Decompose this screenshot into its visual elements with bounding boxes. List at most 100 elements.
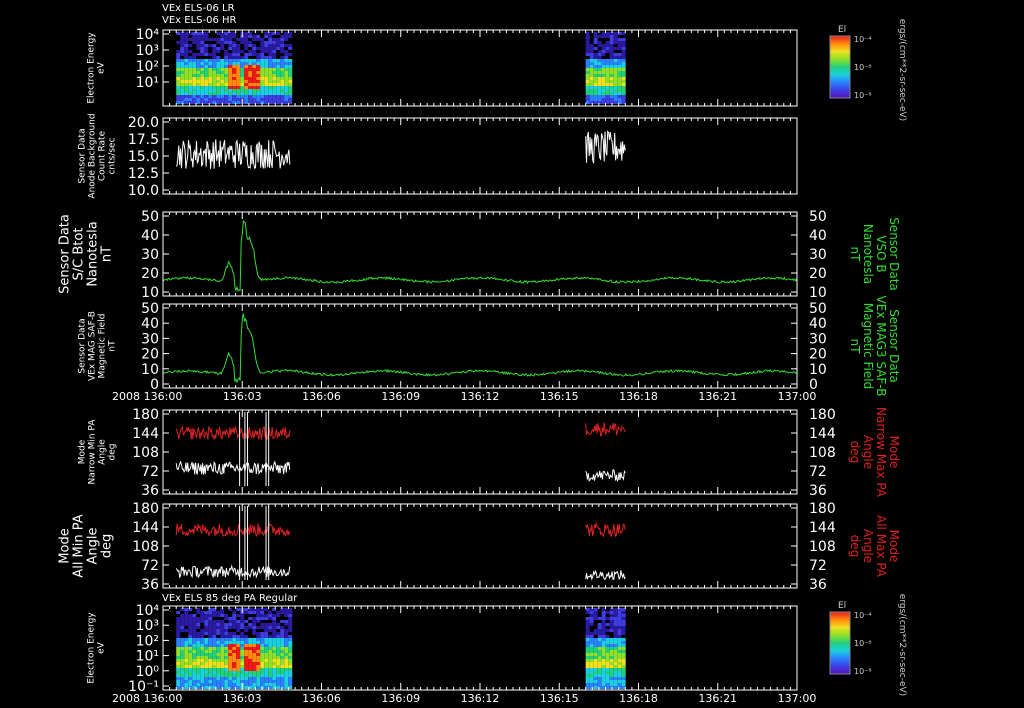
panel-7-cell xyxy=(208,626,213,629)
panel-7-cell xyxy=(216,638,221,641)
panel-7-cell xyxy=(284,611,289,614)
panel-7-cell xyxy=(240,641,245,644)
panel-7-cell xyxy=(605,671,610,674)
panel-1-cell xyxy=(272,44,277,47)
panel-1-cell xyxy=(276,62,281,65)
panel-1-cell xyxy=(264,35,269,38)
panel-7-cell xyxy=(617,680,622,683)
panel-1-cell xyxy=(621,86,626,89)
time-axis-bottom-tick-label: 136:15 xyxy=(540,692,579,705)
panel-1-cell xyxy=(228,74,233,77)
panel-7-cell xyxy=(244,662,249,665)
panel-7-cell xyxy=(264,659,269,662)
panel-1-cell xyxy=(184,65,189,68)
panel-4-right-tick-label: 20 xyxy=(809,347,827,363)
panel-7-cell xyxy=(220,668,225,671)
panel-7-cell xyxy=(272,614,277,617)
panel-1-cell xyxy=(192,74,197,77)
panel-1-cell xyxy=(617,89,622,92)
panel-7-cell xyxy=(613,659,618,662)
panel-1-cell xyxy=(236,71,241,74)
panel-1-cell xyxy=(196,71,201,74)
panel-7-cell xyxy=(585,638,590,641)
panel-1-cell xyxy=(264,74,269,77)
panel-7-cell xyxy=(601,623,606,626)
panel-7-cell xyxy=(224,683,229,686)
panel-1-cell xyxy=(256,65,261,68)
panel-7-cell xyxy=(284,608,289,611)
panel-7-cell xyxy=(228,650,233,653)
panel-7-cell xyxy=(597,632,602,635)
panel-1-cell xyxy=(621,74,626,77)
panel-1-cell xyxy=(605,47,610,50)
panel-7-cell xyxy=(597,644,602,647)
panel-7-cell xyxy=(621,626,626,629)
panel-7-cell xyxy=(192,638,197,641)
panel-1-cell xyxy=(228,41,233,44)
panel-7-cell xyxy=(589,632,594,635)
panel-7-cell xyxy=(621,623,626,626)
panel-7-cell xyxy=(180,638,185,641)
panel-1-cell xyxy=(240,77,245,80)
panel-1-cell xyxy=(288,53,293,56)
panel-7-cell xyxy=(220,683,225,686)
panel-7-cell xyxy=(272,641,277,644)
panel-7-cell xyxy=(268,641,273,644)
panel-7-cell xyxy=(609,671,614,674)
panel-7-cell xyxy=(248,617,253,620)
panel-7-cell xyxy=(204,644,209,647)
panel-7-cell xyxy=(176,638,181,641)
panel-1-cell xyxy=(200,89,205,92)
panel-7-cell xyxy=(617,674,622,677)
panel-7-cell xyxy=(236,644,241,647)
panel-7-cell xyxy=(244,647,249,650)
panel-7-cell xyxy=(288,674,293,677)
panel-1-cell xyxy=(184,59,189,62)
panel-7-cell xyxy=(232,683,237,686)
panel-7-cell xyxy=(605,686,610,689)
panel-7-cell xyxy=(200,641,205,644)
panel-7-cell xyxy=(617,647,622,650)
panel-7-cell xyxy=(228,653,233,656)
time-axis-tick-label: 136:15 xyxy=(540,390,579,403)
panel-1-cell xyxy=(593,74,598,77)
panel-7-cell xyxy=(260,680,265,683)
panel-7-cell xyxy=(184,674,189,677)
panel-7-cell xyxy=(220,644,225,647)
panel-7-cell xyxy=(589,611,594,614)
panel-1-cell xyxy=(280,92,285,95)
panel-1-cell xyxy=(184,86,189,89)
panel-1-cell xyxy=(268,92,273,95)
panel-3-tick-label: 20 xyxy=(141,266,159,282)
panel-7-cell xyxy=(208,617,213,620)
panel-7-cell xyxy=(589,686,594,689)
panel-7-cell xyxy=(613,650,618,653)
panel-1-cell xyxy=(256,35,261,38)
panel-1-cell xyxy=(617,68,622,71)
panel-1-cell xyxy=(276,71,281,74)
panel-1-cell xyxy=(613,32,618,35)
panel-1-cell xyxy=(208,59,213,62)
panel-7-cell xyxy=(589,674,594,677)
panel-7-cell xyxy=(244,686,249,689)
panel-1-cell xyxy=(621,38,626,41)
panel-1-cell xyxy=(609,50,614,53)
panel-7-cell xyxy=(180,641,185,644)
panel-7-cell xyxy=(617,620,622,623)
panel-1-cell xyxy=(200,53,205,56)
panel-1-cell xyxy=(176,71,181,74)
panel-7-cell xyxy=(260,677,265,680)
panel-7-cell xyxy=(216,671,221,674)
panel-1-cell xyxy=(601,47,606,50)
panel-1-cell xyxy=(176,41,181,44)
panel-7-cell xyxy=(192,629,197,632)
panel-7-cell xyxy=(613,686,618,689)
panel-7-cell xyxy=(188,656,193,659)
panel-7-cell xyxy=(180,620,185,623)
panel-7-cell xyxy=(256,644,261,647)
panel-1-cell xyxy=(240,38,245,41)
panel-7-cell xyxy=(240,677,245,680)
panel-1-cell xyxy=(232,41,237,44)
panel-7-cell xyxy=(196,638,201,641)
panel-6-right-tick-label: 180 xyxy=(809,501,836,517)
